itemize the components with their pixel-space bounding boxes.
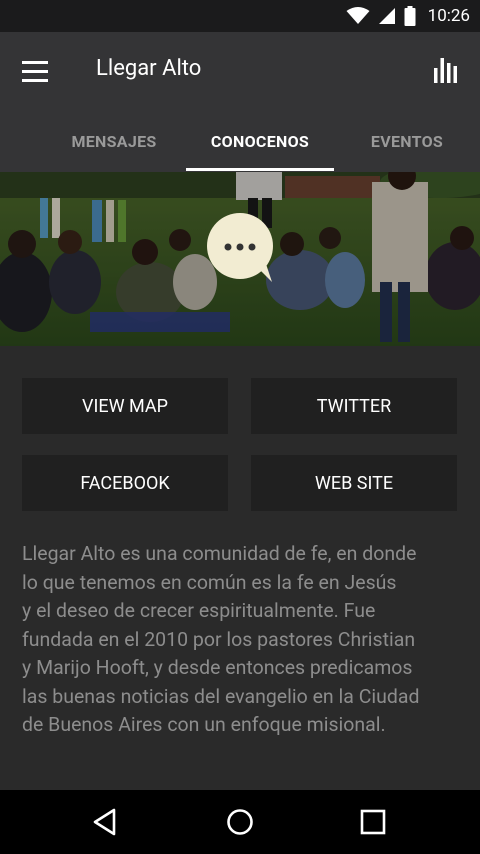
description-line: de Buenos Aires con un enfoque misional.	[22, 713, 386, 736]
web-site-button[interactable]: WEB SITE	[251, 455, 457, 511]
menu-button[interactable]	[22, 56, 52, 86]
menu-icon-line	[22, 69, 48, 73]
tab-conocenos[interactable]: CONOCENOS	[186, 110, 334, 172]
description-line: lo que tenemos en común es la fe en Jesú…	[22, 570, 397, 594]
about-description: Llegar Alto es una comunidad de fe, en d…	[22, 540, 462, 740]
home-icon[interactable]	[224, 806, 256, 838]
hero-photo	[0, 172, 480, 346]
status-time: 10:26	[427, 6, 470, 26]
cell-signal-icon	[378, 8, 395, 24]
battery-icon	[404, 6, 416, 26]
app-title: Llegar Alto	[96, 56, 202, 81]
tab-eventos[interactable]: EVENTOS	[334, 110, 480, 172]
facebook-button[interactable]: FACEBOOK	[22, 455, 228, 511]
about-content: VIEW MAP TWITTER FACEBOOK WEB SITE Llega…	[0, 346, 480, 790]
tab-bar: MENSAJES CONOCENOS EVENTOS	[0, 110, 480, 172]
description-line: Llegar Alto es una comunidad de fe, en d…	[22, 542, 417, 565]
menu-icon-line	[22, 78, 48, 82]
description-line: fundada en el 2010 por los pastores Chri…	[22, 627, 416, 651]
description-line: y Marijo Hooft, y desde entonces predica…	[22, 656, 413, 679]
group-photo	[0, 172, 480, 346]
back-icon[interactable]	[90, 806, 122, 838]
description-line: y el deseo de crecer espiritualmente. Fu…	[22, 599, 376, 622]
bar-chart-icon[interactable]	[432, 54, 462, 84]
system-nav-bar	[0, 790, 480, 854]
status-bar: 10:26	[0, 0, 480, 32]
active-tab-indicator	[186, 168, 334, 171]
status-icons: 10:26	[346, 0, 470, 32]
menu-icon-line	[22, 60, 48, 64]
wifi-icon	[346, 7, 370, 24]
view-map-button[interactable]: VIEW MAP	[22, 378, 228, 434]
app-bar: Llegar Alto	[0, 32, 480, 110]
recents-icon[interactable]	[357, 806, 389, 838]
description-line: las buenas noticias del evangelio en la …	[22, 684, 420, 708]
tab-mensajes[interactable]: MENSAJES	[40, 110, 188, 172]
twitter-button[interactable]: TWITTER	[251, 378, 457, 434]
